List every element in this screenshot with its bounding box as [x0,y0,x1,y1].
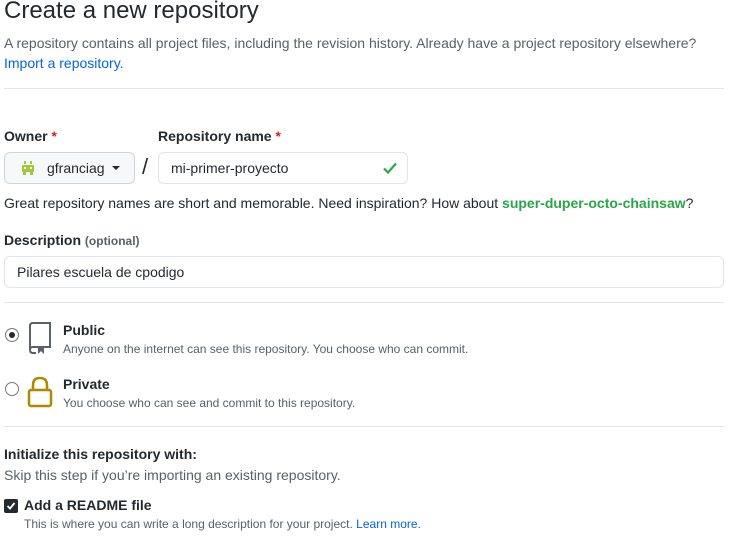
required-marker: * [275,128,281,144]
public-note: Anyone on the internet can see this repo… [63,342,469,356]
owner-repo-separator: / [142,154,149,179]
description-label-text: Description [4,232,82,248]
check-icon [382,160,398,181]
owner-label: Owner * [4,128,57,144]
divider [4,302,724,303]
repo-name-input[interactable] [158,152,408,184]
readme-note: This is where you can write a long descr… [24,517,421,531]
readme-label[interactable]: Add a README file [24,497,152,513]
private-title: Private [63,376,110,392]
divider [4,88,724,89]
required-marker: * [51,128,57,144]
private-radio[interactable] [5,382,19,396]
repo-name-label: Repository name * [158,128,281,144]
optional-marker: (optional) [84,234,140,248]
learn-more-link[interactable]: Learn more. [356,517,421,531]
lock-icon [27,376,53,413]
page-title: Create a new repository [4,0,259,24]
repo-book-icon [27,322,53,359]
name-hint-end: ? [685,195,694,211]
public-title: Public [63,322,106,338]
init-subtext: Skip this step if you’re importing an ex… [4,467,341,483]
readme-checkbox[interactable] [4,499,18,513]
description-input[interactable] [4,256,724,288]
intro-text: A repository contains all project files,… [4,35,697,51]
checkmark-icon [6,502,16,510]
readme-note-text: This is where you can write a long descr… [24,517,353,531]
name-suggestion[interactable]: super-duper-octo-chainsaw [502,195,686,211]
import-repository-link[interactable]: Import a repository. [4,55,124,71]
repo-name-label-text: Repository name [158,128,272,144]
caret-down-icon [111,166,120,170]
owner-label-text: Owner [4,128,48,144]
divider [4,426,724,427]
name-hint-text: Great repository names are short and mem… [4,195,499,211]
name-hint: Great repository names are short and mem… [4,195,693,211]
description-label: Description (optional) [4,232,140,248]
public-radio[interactable] [5,328,19,342]
owner-select[interactable]: gfranciag [4,152,135,184]
page-intro: A repository contains all project files,… [4,33,734,73]
android-avatar-icon [19,159,37,177]
owner-value: gfranciag [47,160,105,176]
init-heading: Initialize this repository with: [4,446,197,462]
private-note: You choose who can see and commit to thi… [63,396,356,410]
